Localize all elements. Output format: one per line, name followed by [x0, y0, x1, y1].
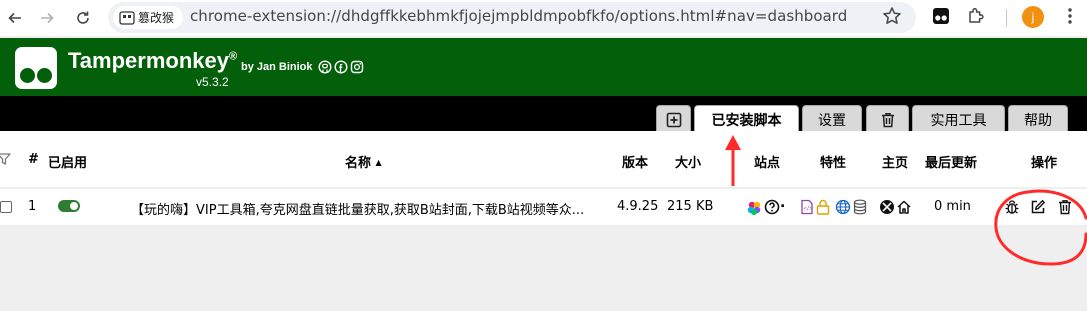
tampermonkey-logo [15, 47, 57, 89]
filter-icon[interactable] [0, 153, 11, 165]
extension-icon [119, 10, 135, 25]
tab-new-script[interactable] [656, 105, 691, 131]
col-header-name-label: 名称 [345, 156, 372, 171]
edit-icon[interactable] [1030, 199, 1046, 215]
delete-icon[interactable] [1057, 199, 1073, 215]
browser-toolbar: 篡改猴 chrome-extension://dhdgffkkebhmkfjoj… [0, 0, 1087, 36]
bookmark-star-button[interactable] [882, 6, 902, 30]
byline: by Jan Biniok [241, 61, 313, 73]
col-header-features[interactable]: 特性 [820, 152, 846, 171]
github-icon[interactable] [318, 60, 332, 74]
nav-tabbar: 已安装脚本 设置 实用工具 帮助 [0, 96, 1087, 131]
tab-utilities[interactable]: 实用工具 [912, 105, 1005, 131]
toolbar-divider [1006, 9, 1007, 27]
more-vertical-icon [1068, 8, 1072, 24]
script-name-link[interactable]: 【玩的嗨】VIP工具箱,夸克网盘直链批量获取,获取B站封面,下载B站视频等众..… [131, 199, 584, 218]
col-header-sites[interactable]: 站点 [754, 152, 780, 171]
scripts-table: # 已启用 名称 ▲ 版本 大小 站点 特性 主页 最后更新 操作 1 【玩的嗨… [0, 131, 1087, 311]
sort-ascending-icon: ▲ [375, 158, 382, 167]
col-header-enabled[interactable]: 已启用 [48, 152, 87, 171]
forward-button[interactable] [34, 5, 60, 31]
tampermonkey-header: Tampermonkey® by Jan Biniok v5.3.2 [0, 38, 1087, 96]
reload-button[interactable] [70, 5, 96, 31]
script-enabled-toggle[interactable] [58, 200, 80, 212]
last-updated-value: 0 min [934, 199, 971, 214]
col-header-last-updated[interactable]: 最后更新 [925, 152, 977, 171]
col-header-index[interactable]: # [28, 152, 39, 167]
row-select-checkbox[interactable] [0, 201, 12, 213]
social-icons [318, 60, 364, 74]
back-button[interactable] [2, 5, 28, 31]
col-header-name[interactable]: 名称 ▲ [345, 152, 382, 171]
database-icon [853, 199, 867, 215]
app-title: Tampermonkey® [68, 48, 237, 74]
forward-arrow-icon [41, 12, 54, 24]
table-header: # 已启用 名称 ▲ 版本 大小 站点 特性 主页 最后更新 操作 [0, 131, 1087, 187]
puzzle-icon [969, 7, 984, 23]
back-arrow-icon [8, 12, 21, 24]
home-icon[interactable] [896, 199, 912, 215]
script-version: 4.9.25 [617, 199, 659, 214]
site-info-chip[interactable]: 篡改猴 [113, 6, 183, 29]
more-sites-indicator: . [780, 195, 786, 211]
star-icon [883, 7, 901, 24]
tab-help[interactable]: 帮助 [1008, 105, 1068, 131]
trash-icon [881, 112, 894, 127]
extensions-button[interactable] [966, 6, 986, 30]
col-header-size[interactable]: 大小 [675, 152, 701, 171]
version-label: v5.3.2 [196, 75, 229, 89]
tampermonkey-icon [933, 8, 949, 24]
tab-utilities-label: 实用工具 [930, 112, 987, 129]
plus-square-icon [666, 112, 681, 127]
tab-installed-scripts[interactable]: 已安装脚本 [694, 105, 799, 131]
col-header-version[interactable]: 版本 [622, 152, 648, 171]
avatar-letter: j [1031, 10, 1035, 24]
tampermonkey-extension-button[interactable] [931, 6, 951, 30]
table-row: 1 【玩的嗨】VIP工具箱,夸克网盘直链批量获取,获取B站封面,下载B站视频等众… [0, 189, 1087, 225]
registered-mark: ® [228, 50, 238, 63]
site-chip-label: 篡改猴 [138, 11, 175, 25]
script-size: 215 KB [667, 199, 714, 214]
reload-icon [77, 11, 89, 24]
tab-trash[interactable] [866, 105, 909, 131]
app-name: Tampermonkey [68, 48, 229, 73]
browser-menu-button[interactable] [1060, 6, 1080, 30]
globe-icon [835, 199, 851, 215]
address-bar[interactable]: 篡改猴 chrome-extension://dhdgffkkebhmkfjoj… [108, 2, 916, 33]
col-header-homepage[interactable]: 主页 [882, 152, 908, 171]
author-avatar-icon[interactable] [879, 199, 895, 215]
bug-report-icon[interactable] [1004, 199, 1020, 215]
site-favicon-icon[interactable] [746, 200, 764, 216]
row-index: 1 [28, 199, 37, 214]
tab-help-label: 帮助 [1024, 112, 1052, 129]
col-header-actions: 操作 [1031, 156, 1058, 171]
facebook-icon[interactable] [334, 60, 348, 74]
profile-avatar[interactable]: j [1022, 6, 1044, 28]
url-text[interactable]: chrome-extension://dhdgffkkebhmkfjojejmp… [190, 7, 847, 25]
lock-icon [816, 199, 830, 215]
tab-settings[interactable]: 设置 [802, 105, 862, 131]
svg-text:</>: </> [804, 206, 813, 212]
script-file-icon: </> [801, 199, 813, 215]
question-circle-icon[interactable] [764, 199, 780, 215]
tab-settings-label: 设置 [818, 112, 846, 129]
instagram-icon[interactable] [350, 60, 364, 74]
tab-installed-scripts-label: 已安装脚本 [711, 112, 782, 129]
